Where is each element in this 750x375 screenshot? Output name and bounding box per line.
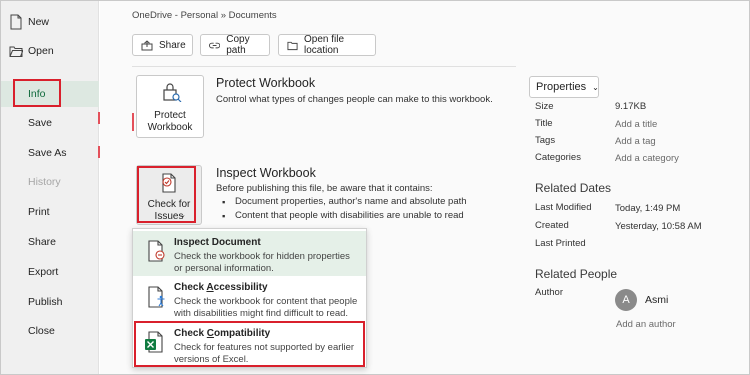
inspect-bullet: Document properties, author's name and a… xyxy=(235,196,467,207)
share-button-label: Share xyxy=(159,39,186,51)
sidebar-item-label: New xyxy=(28,16,50,28)
prop-label-last-modified: Last Modified xyxy=(535,202,592,213)
prop-value-last-modified: Today, 1:49 PM xyxy=(615,203,681,214)
chevron-down-icon: ⌄ xyxy=(592,82,599,92)
bullet-icon: ▪ xyxy=(222,197,226,208)
protect-workbook-title: Protect Workbook xyxy=(216,76,316,90)
menu-item-description: Check the workbook for hidden properties… xyxy=(174,251,350,274)
prop-value-created: Yesterday, 10:58 AM xyxy=(615,221,702,232)
sidebar-item-save-as[interactable]: Save As xyxy=(1,140,99,166)
protect-workbook-description: Control what types of changes people can… xyxy=(216,94,493,105)
sidebar-item-label: Save As xyxy=(28,147,67,159)
lock-icon xyxy=(163,83,182,102)
copy-path-button-label: Copy path xyxy=(226,34,250,56)
prop-label-last-printed: Last Printed xyxy=(535,238,586,249)
sidebar-item-print[interactable]: Print xyxy=(1,199,99,225)
add-author-field[interactable]: Add an author xyxy=(616,319,676,330)
menu-item-title: Check Accessibility xyxy=(174,282,268,293)
add-title-field[interactable]: Add a title xyxy=(615,119,657,130)
prop-label-categories: Categories xyxy=(535,152,581,163)
related-dates-heading: Related Dates xyxy=(535,181,612,195)
prop-value-size: 9.17KB xyxy=(615,101,647,112)
open-folder-icon xyxy=(9,46,23,57)
menu-item-inspect-document[interactable]: Inspect Document Check the workbook for … xyxy=(133,231,366,276)
sidebar-item-label: Print xyxy=(28,206,50,218)
protect-workbook-button[interactable]: Protect Workbook xyxy=(136,75,204,138)
info-highlight-box xyxy=(13,79,61,107)
open-file-location-label: Open file location xyxy=(304,34,345,56)
backstage-sidebar: New Open Info Save Save As History Print… xyxy=(1,1,99,374)
properties-dropdown-button[interactable]: Properties ⌄ xyxy=(529,76,599,98)
sidebar-item-label: Export xyxy=(28,266,59,278)
sidebar-item-label: Close xyxy=(28,325,55,337)
protect-button-line2: Workbook xyxy=(147,122,193,133)
breadcrumb: OneDrive - Personal » Documents xyxy=(132,10,277,21)
accessibility-icon xyxy=(148,286,165,308)
menu-item-description: Check the workbook for content that peop… xyxy=(174,296,358,319)
inspect-intro: Before publishing this file, be aware th… xyxy=(216,183,433,194)
inspect-workbook-title: Inspect Workbook xyxy=(216,166,316,180)
prop-label-author: Author xyxy=(535,287,563,298)
prop-label-created: Created xyxy=(535,220,569,231)
open-file-location-button[interactable]: Open file location xyxy=(278,34,376,56)
avatar: A xyxy=(615,289,637,311)
bullet-icon: ▪ xyxy=(222,211,226,222)
sidebar-item-save[interactable]: Save xyxy=(1,110,99,136)
check-issues-highlight-box xyxy=(137,166,196,223)
author-name[interactable]: Asmi xyxy=(645,294,668,306)
sidebar-item-export[interactable]: Export xyxy=(1,259,99,285)
inspect-document-icon xyxy=(148,240,165,262)
sidebar-item-share[interactable]: Share xyxy=(1,229,99,255)
add-tag-field[interactable]: Add a tag xyxy=(615,136,656,147)
sidebar-item-history: History xyxy=(1,169,99,195)
sidebar-item-label: Publish xyxy=(28,296,63,308)
new-document-icon xyxy=(10,14,22,30)
sidebar-item-label: Share xyxy=(28,236,57,248)
sidebar-item-close[interactable]: Close xyxy=(1,318,99,344)
check-compatibility-highlight-box xyxy=(134,321,365,367)
folder-icon xyxy=(287,41,298,50)
protect-button-line1: Protect xyxy=(154,110,186,121)
prop-label-tags: Tags xyxy=(535,135,556,146)
prop-label-size: Size xyxy=(535,101,554,112)
copy-path-button[interactable]: Copy path xyxy=(200,34,270,56)
add-category-field[interactable]: Add a category xyxy=(615,153,679,164)
sidebar-item-label: Open xyxy=(28,45,54,57)
link-icon xyxy=(209,42,221,48)
related-people-heading: Related People xyxy=(535,267,618,281)
edge-mark xyxy=(132,113,134,131)
sidebar-item-label: Save xyxy=(28,117,52,129)
properties-button-label: Properties xyxy=(536,81,587,93)
inspect-bullet: Content that people with disabilities ar… xyxy=(235,210,464,221)
share-icon xyxy=(141,39,153,50)
sidebar-item-new[interactable]: New xyxy=(1,9,99,35)
prop-label-title: Title xyxy=(535,118,553,129)
menu-item-title: Inspect Document xyxy=(174,237,261,248)
divider xyxy=(132,66,516,67)
share-button[interactable]: Share xyxy=(132,34,193,56)
sidebar-item-label: History xyxy=(28,176,61,188)
sidebar-item-publish[interactable]: Publish xyxy=(1,289,99,315)
menu-item-check-accessibility[interactable]: Check Accessibility Check the workbook f… xyxy=(133,277,366,322)
sidebar-item-open[interactable]: Open xyxy=(1,38,99,64)
